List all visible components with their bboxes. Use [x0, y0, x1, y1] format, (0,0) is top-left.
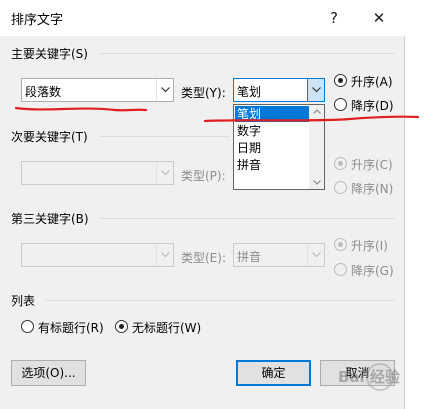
- red-annotation-underlines: [14, 106, 420, 123]
- watermark-text: Bai 经验: [338, 368, 400, 386]
- baidu-jingyan-watermark: Bai 经验: [322, 358, 448, 398]
